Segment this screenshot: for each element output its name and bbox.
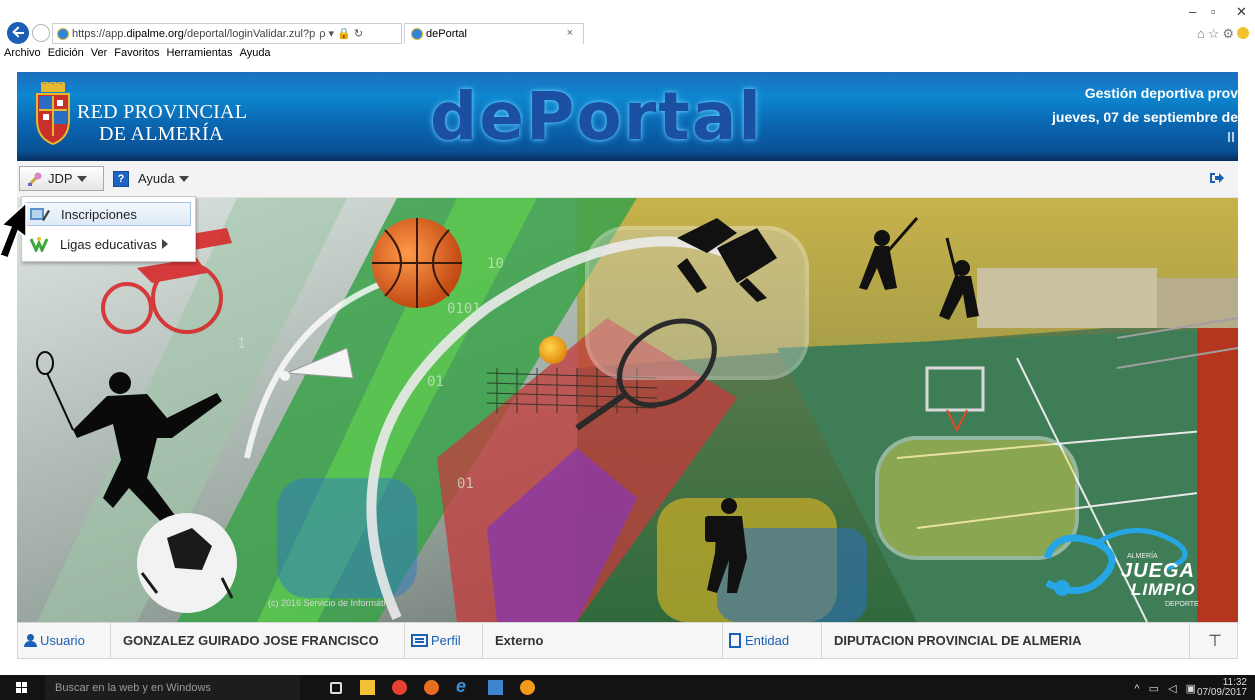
browser-tab[interactable]: dePortal × xyxy=(404,23,584,44)
ayuda-label: Ayuda xyxy=(138,171,175,186)
entidad-label: Entidad xyxy=(745,633,790,648)
app-icon[interactable] xyxy=(520,680,535,695)
submenu-arrow-icon xyxy=(161,239,168,249)
tab-close-icon[interactable]: × xyxy=(567,27,573,39)
svg-text:1: 1 xyxy=(237,336,245,352)
perfil-value: Externo xyxy=(483,623,723,658)
tab-icon xyxy=(411,28,423,40)
clock-date: 07/09/2017 xyxy=(1196,687,1247,698)
entidad-value: DIPUTACION PROVINCIAL DE ALMERIA xyxy=(822,623,1190,658)
perfil-label: Perfil xyxy=(431,633,461,648)
org-name-line1: RED PROVINCIAL xyxy=(77,101,248,123)
inscripciones-icon xyxy=(30,208,50,221)
usuario-label: Usuario xyxy=(40,633,85,648)
portal-header: RED PROVINCIAL DE ALMERÍA dePortal Gesti… xyxy=(17,72,1238,161)
fairplay-small-top: ALMERÍA xyxy=(1127,553,1158,560)
menu-edicion[interactable]: Edición xyxy=(48,47,84,64)
windows-taskbar: Buscar en la web y en Windows e ^ ▭ ◁ ▣ … xyxy=(0,675,1255,700)
entidad-button[interactable]: Entidad xyxy=(723,623,822,658)
deportal-logo: dePortal xyxy=(430,78,763,155)
usuario-button[interactable]: Usuario xyxy=(18,623,111,658)
photos-app-icon[interactable] xyxy=(488,680,503,695)
jdp-dropdown-menu: Inscripciones Ligas educativas xyxy=(21,196,196,262)
svg-text:0101: 0101 xyxy=(447,301,481,317)
profile-card-icon xyxy=(411,634,428,647)
logout-icon[interactable] xyxy=(1209,172,1224,184)
almeria-crest-icon xyxy=(36,82,70,146)
menu-item-label: Ligas educativas xyxy=(60,236,157,252)
header-clock-icon xyxy=(1228,132,1234,142)
tools-icon xyxy=(27,172,42,186)
chrome-icon[interactable] xyxy=(392,680,407,695)
menu-ayuda[interactable]: Ayuda xyxy=(240,47,271,64)
restore-button[interactable]: ▫ xyxy=(1211,4,1216,19)
svg-text:01: 01 xyxy=(427,374,444,390)
jdp-menu-button[interactable]: JDP xyxy=(19,166,104,191)
header-date: jueves, 07 de septiembre de xyxy=(1052,109,1238,125)
user-status-bar: Usuario GONZALEZ GUIRADO JOSE FRANCISCO … xyxy=(17,622,1238,659)
menu-archivo[interactable]: Archivo xyxy=(4,47,41,64)
menu-ver[interactable]: Ver xyxy=(91,47,108,64)
minimize-button[interactable]: – xyxy=(1189,4,1196,19)
internet-explorer-icon[interactable]: e xyxy=(456,676,471,696)
home-icon[interactable]: ⌂ xyxy=(1197,26,1208,41)
tab-title: dePortal xyxy=(426,28,467,40)
firefox-icon[interactable] xyxy=(424,680,439,695)
jdp-label: JDP xyxy=(48,171,73,186)
windows-start-icon[interactable] xyxy=(16,682,28,694)
file-explorer-icon[interactable] xyxy=(360,680,375,695)
building-icon xyxy=(729,633,741,648)
fairplay-small-bottom: DEPORTE xyxy=(1165,601,1199,608)
sports-banner: 10 0101 01 01 1 ALMERÍA JUEGA LIMPIO DEP… xyxy=(17,198,1238,622)
sports-collage-image: 10 0101 01 01 1 xyxy=(17,198,1238,622)
favorites-star-icon[interactable]: ☆ xyxy=(1208,26,1223,41)
gear-icon[interactable]: ⚙ xyxy=(1222,26,1237,41)
svg-text:10: 10 xyxy=(487,256,504,272)
chevron-down-icon xyxy=(178,175,189,182)
header-subtitle: Gestión deportiva prov xyxy=(1084,85,1238,101)
ayuda-menu-button[interactable]: ? Ayuda xyxy=(113,166,189,191)
browser-menubar: Archivo Edición Ver Favoritos Herramient… xyxy=(0,47,1255,64)
app-toolbar: JDP ? Ayuda xyxy=(17,161,1238,198)
menu-herramientas[interactable]: Herramientas xyxy=(167,47,233,64)
browser-titlebar: https://app. dipalme.org/deportal/loginVa… xyxy=(0,0,1255,47)
org-name-line2: DE ALMERÍA xyxy=(99,123,224,145)
perfil-button[interactable]: Perfil xyxy=(405,623,483,658)
ligas-educativas-icon xyxy=(29,237,49,252)
menu-item-inscripciones[interactable]: Inscripciones xyxy=(25,202,191,226)
usuario-value: GONZALEZ GUIRADO JOSE FRANCISCO xyxy=(111,623,405,658)
system-tray-icons[interactable]: ^ ▭ ◁ ▣ xyxy=(1134,682,1199,695)
mouse-cursor-icon xyxy=(0,201,27,259)
copyright-text: (c) 2016 Servicio de Informática xyxy=(268,598,396,608)
taskbar-clock[interactable]: 11:32 07/09/2017 xyxy=(1197,678,1247,698)
url-path: /deportal/loginValidar.zul?p xyxy=(183,27,316,40)
chevron-down-icon xyxy=(76,175,87,182)
user-icon xyxy=(24,634,37,647)
help-icon: ? xyxy=(113,170,129,187)
menu-item-ligas-educativas[interactable]: Ligas educativas xyxy=(25,232,191,256)
fairplay-line2: LIMPIO xyxy=(1131,580,1196,599)
url-host: dipalme.org xyxy=(126,27,184,40)
back-button[interactable] xyxy=(7,22,29,44)
browser-toolbar-icons: ⌂☆⚙ xyxy=(1197,26,1249,42)
menu-item-label: Inscripciones xyxy=(61,206,137,222)
task-view-icon[interactable] xyxy=(330,682,342,694)
pin-icon[interactable]: ⊤ xyxy=(1193,631,1237,651)
url-prefix: https://app. xyxy=(72,27,127,40)
svg-text:01: 01 xyxy=(457,476,474,492)
site-icon xyxy=(57,27,69,40)
forward-button[interactable] xyxy=(32,24,50,42)
smiley-feedback-icon[interactable] xyxy=(1237,27,1249,39)
taskbar-search-box[interactable]: Buscar en la web y en Windows xyxy=(45,675,300,700)
address-controls[interactable]: ρ ▾ 🔒 ↻ xyxy=(319,27,363,40)
close-window-button[interactable]: ✕ xyxy=(1236,4,1247,20)
address-bar[interactable]: https://app. dipalme.org/deportal/loginVa… xyxy=(52,23,402,44)
menu-favoritos[interactable]: Favoritos xyxy=(114,47,159,64)
